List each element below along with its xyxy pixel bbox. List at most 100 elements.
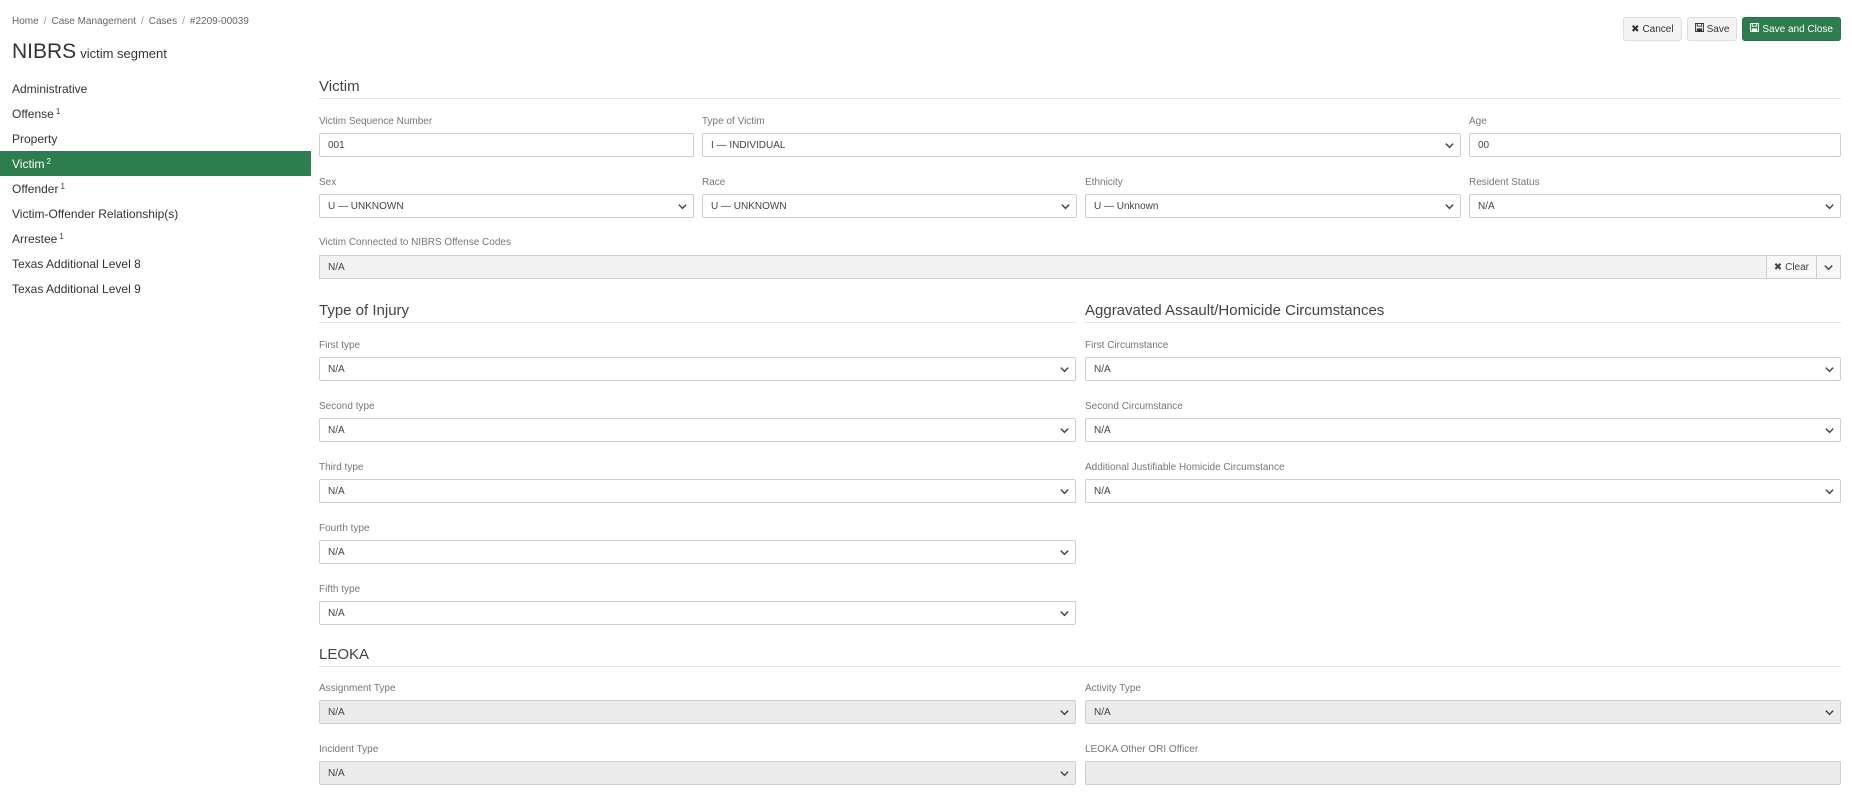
chevron-down-icon bbox=[1818, 480, 1840, 502]
first-circumstance-select[interactable]: N/A bbox=[1085, 357, 1841, 381]
activity-type-label: Activity Type bbox=[1085, 683, 1141, 694]
field-value: N/A bbox=[1094, 363, 1111, 375]
sidebar-item-texas-additional-level-8[interactable]: Texas Additional Level 8 bbox=[0, 251, 311, 276]
sidebar-item-label: Texas Additional Level 8 bbox=[12, 256, 141, 271]
type-of-injury-section-title: Type of Injury bbox=[319, 302, 410, 319]
page-title-sub: victim segment bbox=[80, 46, 167, 61]
save-button[interactable]: Save bbox=[1686, 17, 1738, 41]
sidebar-item-label: Offender bbox=[12, 181, 59, 196]
field-value: N/A bbox=[328, 363, 345, 375]
injury-first-type-label: First type bbox=[319, 340, 361, 351]
incident-type-select[interactable]: N/A bbox=[319, 761, 1076, 785]
field-value: N/A bbox=[328, 767, 345, 779]
chevron-down-icon bbox=[1818, 701, 1840, 723]
injury-second-type-label: Second type bbox=[319, 401, 375, 412]
sidebar-item-victim[interactable]: Victim 2 bbox=[0, 151, 311, 176]
incident-type-label: Incident Type bbox=[319, 744, 379, 755]
circumstances-section-title: Aggravated Assault/Homicide Circumstance… bbox=[1085, 302, 1385, 319]
sidebar-item-administrative[interactable]: Administrative bbox=[0, 76, 311, 101]
breadcrumb-home[interactable]: Home bbox=[12, 16, 39, 27]
leoka-other-ori-officer-label: LEOKA Other ORI Officer bbox=[1085, 744, 1199, 755]
additional-justifiable-homicide-select[interactable]: N/A bbox=[1085, 479, 1841, 503]
action-bar: ✖ Cancel Save Save and Close bbox=[1623, 17, 1841, 41]
cancel-button[interactable]: ✖ Cancel bbox=[1623, 17, 1682, 41]
field-value: N/A bbox=[328, 485, 345, 497]
sidebar-item-offender[interactable]: Offender 1 bbox=[0, 176, 311, 201]
floppy-disk-icon bbox=[1694, 23, 1704, 35]
page-title-main: NIBRS bbox=[12, 40, 77, 63]
field-value: 001 bbox=[328, 139, 345, 151]
chevron-down-icon bbox=[671, 195, 693, 217]
sidebar-item-label: Administrative bbox=[12, 81, 88, 96]
injury-fifth-type-select[interactable]: N/A bbox=[319, 601, 1076, 625]
injury-third-type-select[interactable]: N/A bbox=[319, 479, 1076, 503]
additional-justifiable-homicide-label: Additional Justifiable Homicide Circumst… bbox=[1085, 462, 1285, 473]
type-of-victim-select[interactable]: I — INDIVIDUAL bbox=[702, 133, 1461, 157]
victim-connected-offense-codes-multiselect[interactable]: N/A ✖ Clear bbox=[319, 255, 1841, 279]
sidebar-item-label: Victim-Offender Relationship(s) bbox=[12, 206, 179, 221]
sidebar-item-label: Texas Additional Level 9 bbox=[12, 281, 141, 296]
sidebar-item-offense[interactable]: Offense 1 bbox=[0, 101, 311, 126]
chevron-down-icon bbox=[1438, 195, 1460, 217]
race-select[interactable]: U — UNKNOWN bbox=[702, 194, 1077, 218]
age-input[interactable]: 00 bbox=[1469, 133, 1841, 157]
field-value: N/A bbox=[328, 546, 345, 558]
save-button-label: Save bbox=[1706, 23, 1730, 35]
injury-first-type-select[interactable]: N/A bbox=[319, 357, 1076, 381]
victim-sequence-number-input[interactable]: 001 bbox=[319, 133, 694, 157]
assignment-type-select[interactable]: N/A bbox=[319, 700, 1076, 724]
dropdown-toggle-button[interactable] bbox=[1816, 256, 1840, 278]
sex-select[interactable]: U — UNKNOWN bbox=[319, 194, 694, 218]
clear-button[interactable]: ✖ Clear bbox=[1765, 256, 1816, 278]
close-icon: ✖ bbox=[1631, 23, 1640, 35]
injury-second-type-select[interactable]: N/A bbox=[319, 418, 1076, 442]
field-value: U — UNKNOWN bbox=[328, 200, 404, 212]
victim-sequence-number-label: Victim Sequence Number bbox=[319, 116, 433, 127]
save-and-close-button[interactable]: Save and Close bbox=[1742, 17, 1841, 41]
injury-fourth-type-select[interactable]: N/A bbox=[319, 540, 1076, 564]
activity-type-select[interactable]: N/A bbox=[1085, 700, 1841, 724]
sidebar-item-arrestee[interactable]: Arrestee 1 bbox=[0, 226, 311, 251]
breadcrumb-separator: / bbox=[43, 16, 47, 27]
field-value: N/A bbox=[1094, 485, 1111, 497]
second-circumstance-select[interactable]: N/A bbox=[1085, 418, 1841, 442]
field-value: I — INDIVIDUAL bbox=[711, 139, 786, 151]
field-value: N/A bbox=[1094, 424, 1111, 436]
leoka-section-title: LEOKA bbox=[319, 646, 370, 663]
cancel-button-label: Cancel bbox=[1642, 23, 1674, 35]
assignment-type-label: Assignment Type bbox=[319, 683, 396, 694]
page-title: NIBRS victim segment bbox=[12, 40, 167, 64]
field-value: N/A bbox=[328, 607, 345, 619]
section-divider bbox=[319, 322, 1076, 323]
floppy-disk-icon bbox=[1750, 23, 1760, 35]
section-divider bbox=[1085, 322, 1841, 323]
sidebar-item-label: Property bbox=[12, 131, 58, 146]
sidebar-item-property[interactable]: Property bbox=[0, 126, 311, 151]
breadcrumb-case-management[interactable]: Case Management bbox=[51, 16, 136, 27]
leoka-other-ori-officer-input[interactable] bbox=[1085, 761, 1841, 785]
type-of-victim-label: Type of Victim bbox=[702, 116, 765, 127]
field-value: N/A bbox=[1094, 706, 1111, 718]
sidebar-item-count: 1 bbox=[59, 232, 64, 241]
first-circumstance-label: First Circumstance bbox=[1085, 340, 1169, 351]
sidebar-item-victim-offender-relationships[interactable]: Victim-Offender Relationship(s) bbox=[0, 201, 311, 226]
chevron-down-icon bbox=[1053, 480, 1075, 502]
injury-third-type-label: Third type bbox=[319, 462, 364, 473]
chevron-down-icon bbox=[1818, 358, 1840, 380]
sidebar-item-count: 1 bbox=[60, 182, 65, 191]
resident-status-label: Resident Status bbox=[1469, 177, 1540, 188]
sidebar-item-count: 1 bbox=[55, 107, 61, 116]
sidebar-item-label: Arrestee bbox=[12, 231, 58, 246]
field-value: N/A bbox=[1478, 200, 1495, 212]
field-value: U — UNKNOWN bbox=[711, 200, 787, 212]
ethnicity-select[interactable]: U — Unknown bbox=[1085, 194, 1461, 218]
sidebar-item-texas-additional-level-9[interactable]: Texas Additional Level 9 bbox=[0, 276, 311, 301]
breadcrumb-separator: / bbox=[182, 16, 185, 27]
resident-status-select[interactable]: N/A bbox=[1469, 194, 1841, 218]
chevron-down-icon bbox=[1818, 419, 1840, 441]
chevron-down-icon bbox=[1438, 134, 1460, 156]
field-value: N/A bbox=[328, 706, 345, 718]
field-value: U — Unknown bbox=[1094, 200, 1159, 212]
chevron-down-icon bbox=[1824, 264, 1833, 270]
breadcrumb-cases[interactable]: Cases bbox=[149, 16, 177, 27]
